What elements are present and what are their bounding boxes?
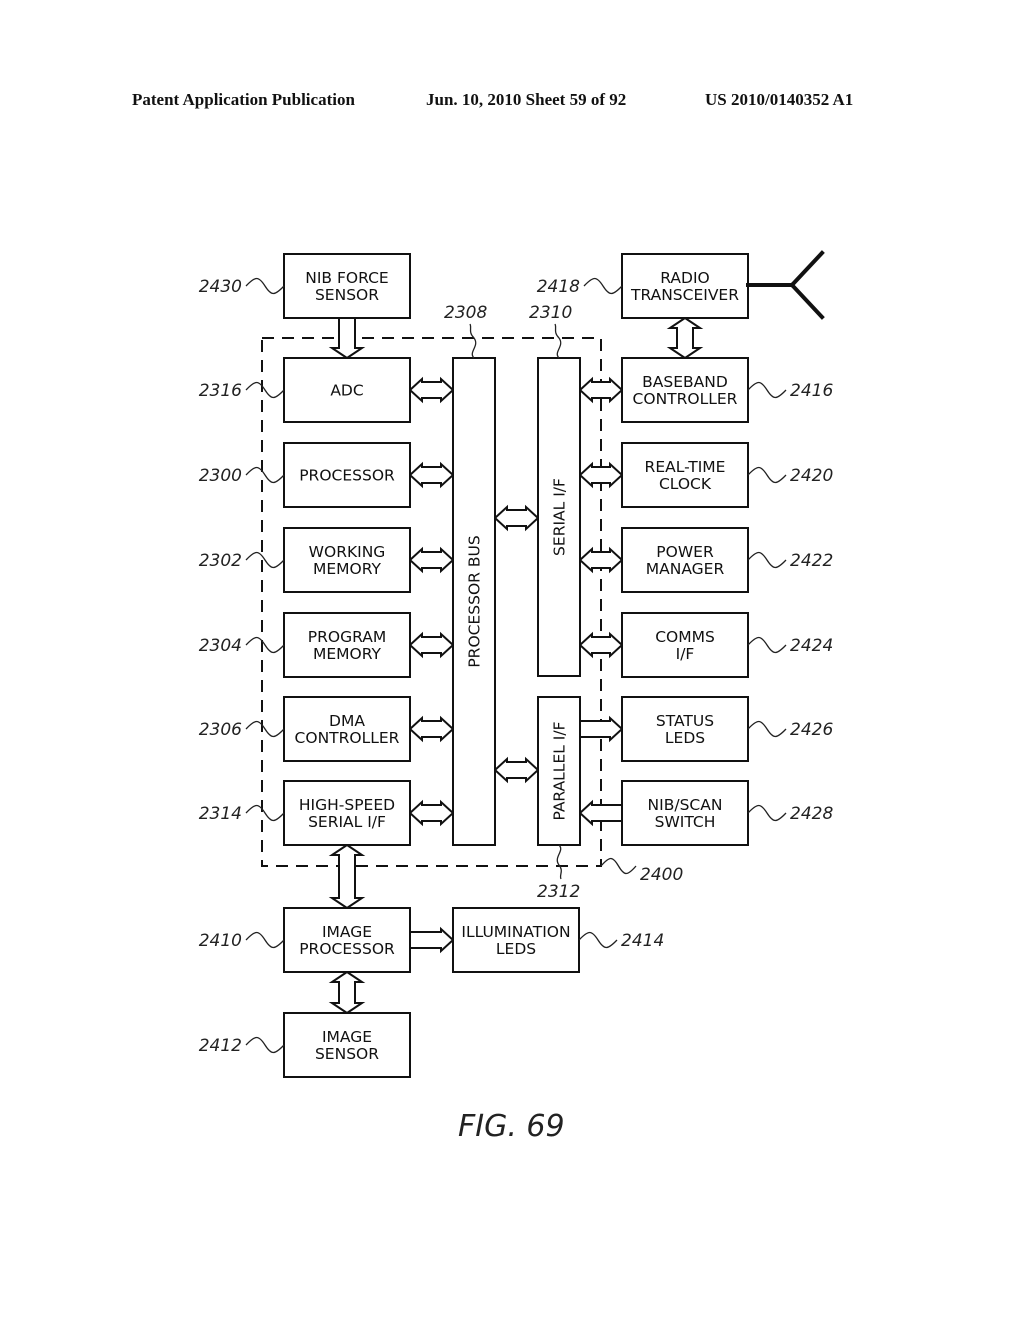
ref-2424: 2424 [790,636,833,656]
bidirectional-arrow [408,799,455,827]
output-arrow [409,926,455,954]
ref-2316: 2316 [199,381,242,401]
bidirectional-arrow [493,504,540,532]
bidirectional-arrow [408,376,455,404]
ref-2312: 2312 [537,882,580,902]
parallel-if-label: PARALLEL I/F [551,721,569,820]
power-manager-label-line: POWER [656,543,714,561]
status-leds-label-line: LEDS [665,729,705,747]
output-arrow [579,715,624,743]
ref-2412: 2412 [199,1036,242,1056]
ref-2430: 2430 [199,277,242,297]
power-manager-label-line: MANAGER [646,560,725,578]
dma-controller-label-line: CONTROLLER [295,729,400,747]
leader-line [245,636,285,654]
bidirectional-arrow [578,631,624,659]
leader-line [554,323,562,359]
bidirectional-arrow [578,461,624,489]
leader-line [747,381,787,399]
ref-2302: 2302 [199,551,242,571]
bidirectional-arrow [578,376,624,404]
ref-2414: 2414 [621,931,664,951]
processor-bus-label: PROCESSOR BUS [466,535,484,667]
program-memory-label-line: MEMORY [313,645,382,663]
leader-line [747,466,787,484]
image-sensor-label-line: SENSOR [315,1045,379,1063]
bidirectional-arrow [666,316,704,360]
bidirectional-arrow [578,546,624,574]
figure-label: FIG. 69 [458,1109,565,1144]
ref-2314: 2314 [199,804,242,824]
leader-line [245,720,285,738]
ref-2426: 2426 [790,720,833,740]
ref-2422: 2422 [790,551,833,571]
comms-if-label-line: I/F [676,645,695,663]
leader-line [747,636,787,654]
illumination-leds-label-line: ILLUMINATION [461,923,570,941]
serial-if-label: SERIAL I/F [551,478,569,556]
ref-2418: 2418 [537,277,580,297]
radio-transceiver-label-line: TRANSCEIVER [630,286,739,304]
ref-2410: 2410 [199,931,242,951]
adc-label-line: ADC [330,382,363,400]
nib-force-sensor-label-line: NIB FORCE [305,269,388,287]
bidirectional-arrow [328,970,366,1015]
leader-line [245,931,285,949]
bidirectional-arrow [408,715,455,743]
program-memory-label-line: PROGRAM [308,628,386,646]
status-leds-label-line: STATUS [656,712,714,730]
ref-2310: 2310 [529,303,572,323]
nib-force-sensor-label-line: SENSOR [315,286,379,304]
ref-2428: 2428 [790,804,833,824]
input-arrow [578,799,623,827]
leader-line [245,381,285,399]
radio-transceiver-label-line: RADIO [660,269,709,287]
leader-line [245,804,285,822]
leader-line [245,466,285,484]
ref-2300: 2300 [199,466,242,486]
down-arrow [328,317,366,360]
baseband-controller-label-line: BASEBAND [642,373,728,391]
nib-scan-switch-label-line: SWITCH [655,813,716,831]
comms-if-label-line: COMMS [655,628,715,646]
block-diagram: NIB FORCESENSOR2430ADC2316PROCESSOR2300W… [199,250,833,1144]
ref-2400: 2400 [640,865,683,885]
ref-2306: 2306 [199,720,242,740]
processor-label-line: PROCESSOR [299,467,395,485]
leader-line [245,277,285,295]
leader-line [578,931,618,949]
real-time-clock-label-line: CLOCK [659,475,712,493]
antenna-icon [746,250,825,320]
leader-line [556,844,562,880]
bidirectional-arrow [408,631,455,659]
baseband-controller-label-line: CONTROLLER [633,390,738,408]
high-speed-serial-label-line: HIGH-SPEED [299,796,395,814]
image-processor-label-line: IMAGE [322,923,372,941]
working-memory-label-line: MEMORY [313,560,382,578]
ref-2416: 2416 [790,381,833,401]
real-time-clock-label-line: REAL-TIME [645,458,726,476]
high-speed-serial-label-line: SERIAL I/F [308,813,386,831]
leader-line [583,277,623,295]
ref-2304: 2304 [199,636,242,656]
leader-line [469,323,477,359]
leader-line [747,720,787,738]
ref-2420: 2420 [790,466,833,486]
illumination-leds-label-line: LEDS [496,940,536,958]
bidirectional-arrow [408,461,455,489]
leader-line [245,551,285,569]
bidirectional-arrow [408,546,455,574]
leader-line [245,1036,285,1054]
ref-2308: 2308 [444,303,487,323]
bidirectional-arrow [328,843,366,910]
nib-scan-switch-label-line: NIB/SCAN [648,796,723,814]
working-memory-label-line: WORKING [309,543,386,561]
image-sensor-label-line: IMAGE [322,1028,372,1046]
leader-line [600,857,637,875]
leader-line [747,804,787,822]
leader-line [747,551,787,569]
image-processor-label-line: PROCESSOR [299,940,395,958]
dma-controller-label-line: DMA [329,712,365,730]
bidirectional-arrow [493,756,540,784]
